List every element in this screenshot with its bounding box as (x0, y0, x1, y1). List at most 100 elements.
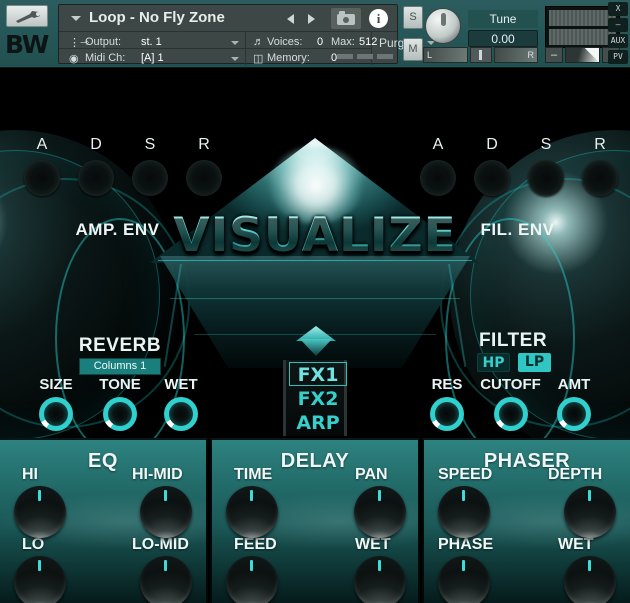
midi-dropdown-icon[interactable] (231, 57, 239, 61)
phaser-knob-speed[interactable] (438, 486, 490, 538)
tune-label: Tune (468, 10, 538, 28)
purge-meter (337, 54, 393, 59)
filter-knob-amt[interactable] (557, 397, 591, 431)
phaser-knob-depth[interactable] (564, 486, 616, 538)
volume-decrease-button[interactable]: – (545, 47, 563, 63)
tab-fx1[interactable]: FX1 (289, 362, 347, 386)
filter-lp-button[interactable]: LP (518, 353, 551, 372)
fil-env-group: A D S R FIL. ENV (410, 136, 625, 196)
camera-icon[interactable] (331, 8, 361, 29)
reverb-preset-select[interactable]: Columns 1 (79, 358, 161, 375)
tune-knob[interactable] (425, 8, 461, 44)
phaser-panel: PHASER SPEED DEPTH PHASE WET (422, 438, 630, 603)
delay-label-pan: PAN (355, 466, 388, 484)
minimize-icon[interactable]: – (608, 18, 628, 32)
filter-label-res: RES (424, 376, 470, 393)
eq-knob-hi[interactable] (14, 486, 66, 538)
phaser-label-wet: WET (558, 536, 594, 554)
delay-knob-time[interactable] (226, 486, 278, 538)
effects-panels: EQ HI HI-MID LO LO-MID DELAY TIME PAN FE… (0, 438, 630, 603)
eq-panel: EQ HI HI-MID LO LO-MID (0, 438, 208, 603)
next-arrow-icon[interactable] (308, 14, 315, 24)
pv-button[interactable]: PV (608, 50, 628, 64)
amp-env-knob-attack[interactable] (24, 160, 60, 196)
phaser-knob-phase[interactable] (438, 556, 490, 603)
reverb-label-tone: TONE (94, 376, 146, 393)
output-dropdown-icon[interactable] (231, 41, 239, 45)
close-icon[interactable]: X (608, 2, 628, 16)
amp-env-label-a: A (22, 136, 62, 154)
eq-label-hi: HI (22, 466, 38, 484)
reverb-knob-size[interactable] (39, 397, 73, 431)
delay-knob-wet[interactable] (354, 556, 406, 603)
kontakt-header: BW Loop - No Fly Zone i ⋮⇾ Output: st. 1… (0, 0, 630, 68)
prev-arrow-icon[interactable] (287, 14, 294, 24)
midi-icon: ◉ (69, 52, 79, 67)
delay-label-wet: WET (355, 536, 391, 554)
reverb-knob-tone[interactable] (103, 397, 137, 431)
amp-env-knob-sustain[interactable] (132, 160, 168, 196)
tune-value[interactable]: 0.00 (468, 30, 538, 47)
midi-value[interactable]: [A] 1 (141, 52, 164, 67)
fil-env-title: FIL. ENV (410, 220, 625, 240)
delay-label-feed: FEED (234, 536, 277, 554)
volume-track[interactable] (565, 47, 600, 63)
rack-title-row: Loop - No Fly Zone i (59, 5, 397, 32)
pan-center-handle[interactable] (470, 47, 492, 63)
kontakt-instrument-window: BW Loop - No Fly Zone i ⋮⇾ Output: st. 1… (0, 0, 630, 603)
phaser-label-depth: DEPTH (548, 466, 602, 484)
filter-title: FILTER (453, 330, 573, 352)
voices-icon: ♬ (253, 36, 264, 51)
midi-label: Midi Ch: (85, 52, 125, 67)
eq-label-hi-mid: HI-MID (132, 466, 183, 484)
fil-env-knob-sustain[interactable] (528, 160, 564, 196)
chevron-down-icon[interactable] (71, 16, 81, 21)
voices-label: Voices: (267, 36, 302, 51)
info-icon[interactable]: i (369, 9, 388, 28)
fil-env-label-r: R (580, 136, 620, 154)
eq-knob-hi-mid[interactable] (140, 486, 192, 538)
aux-button[interactable]: AUX (608, 34, 628, 48)
filter-label-amt: AMT (551, 376, 597, 393)
reverb-label-wet: WET (158, 376, 204, 393)
wrench-icon[interactable] (6, 5, 48, 27)
fil-env-knob-decay[interactable] (474, 160, 510, 196)
max-label: Max: (331, 36, 355, 51)
filter-knob-cutoff[interactable] (494, 397, 528, 431)
output-label: Output: (85, 36, 121, 51)
fil-env-label-s: S (526, 136, 566, 154)
pan-left-label: L (423, 47, 468, 63)
brand-logo: BW (5, 32, 48, 57)
fil-env-knob-attack[interactable] (420, 160, 456, 196)
amp-env-knob-decay[interactable] (78, 160, 114, 196)
delay-panel: DELAY TIME PAN FEED WET (210, 438, 420, 603)
solo-button[interactable]: S (403, 6, 423, 29)
amp-env-knob-release[interactable] (186, 160, 222, 196)
mute-button[interactable]: M (403, 38, 423, 61)
amp-env-group: A D S R AMP. ENV (10, 136, 225, 196)
memory-icon: ◫ (253, 52, 263, 67)
phaser-knob-wet[interactable] (564, 556, 616, 603)
tab-fx2[interactable]: FX2 (289, 387, 347, 411)
fil-env-knob-release[interactable] (582, 160, 618, 196)
fx-tab-stack: FX1 FX2 ARP (283, 360, 347, 436)
amp-env-label-d: D (76, 136, 116, 154)
delay-knob-feed[interactable] (226, 556, 278, 603)
pan-slider[interactable]: L R (423, 47, 538, 63)
reverb-title: REVERB (60, 335, 180, 357)
eq-knob-lo[interactable] (14, 556, 66, 603)
memory-label: Memory: (267, 52, 310, 67)
delay-knob-pan[interactable] (354, 486, 406, 538)
filter-label-cutoff: CUTOFF (479, 376, 542, 393)
filter-knob-res[interactable] (430, 397, 464, 431)
instrument-rack: Loop - No Fly Zone i ⋮⇾ Output: st. 1 ◉ … (58, 4, 398, 64)
amp-env-label-r: R (184, 136, 224, 154)
filter-hp-button[interactable]: HP (477, 353, 510, 372)
amp-env-title: AMP. ENV (10, 220, 225, 240)
reverb-knob-wet[interactable] (164, 397, 198, 431)
output-value[interactable]: st. 1 (141, 36, 162, 51)
phaser-label-speed: SPEED (438, 466, 492, 484)
tab-arp[interactable]: ARP (289, 411, 347, 435)
reverb-label-size: SIZE (33, 376, 79, 393)
eq-knob-lo-mid[interactable] (140, 556, 192, 603)
